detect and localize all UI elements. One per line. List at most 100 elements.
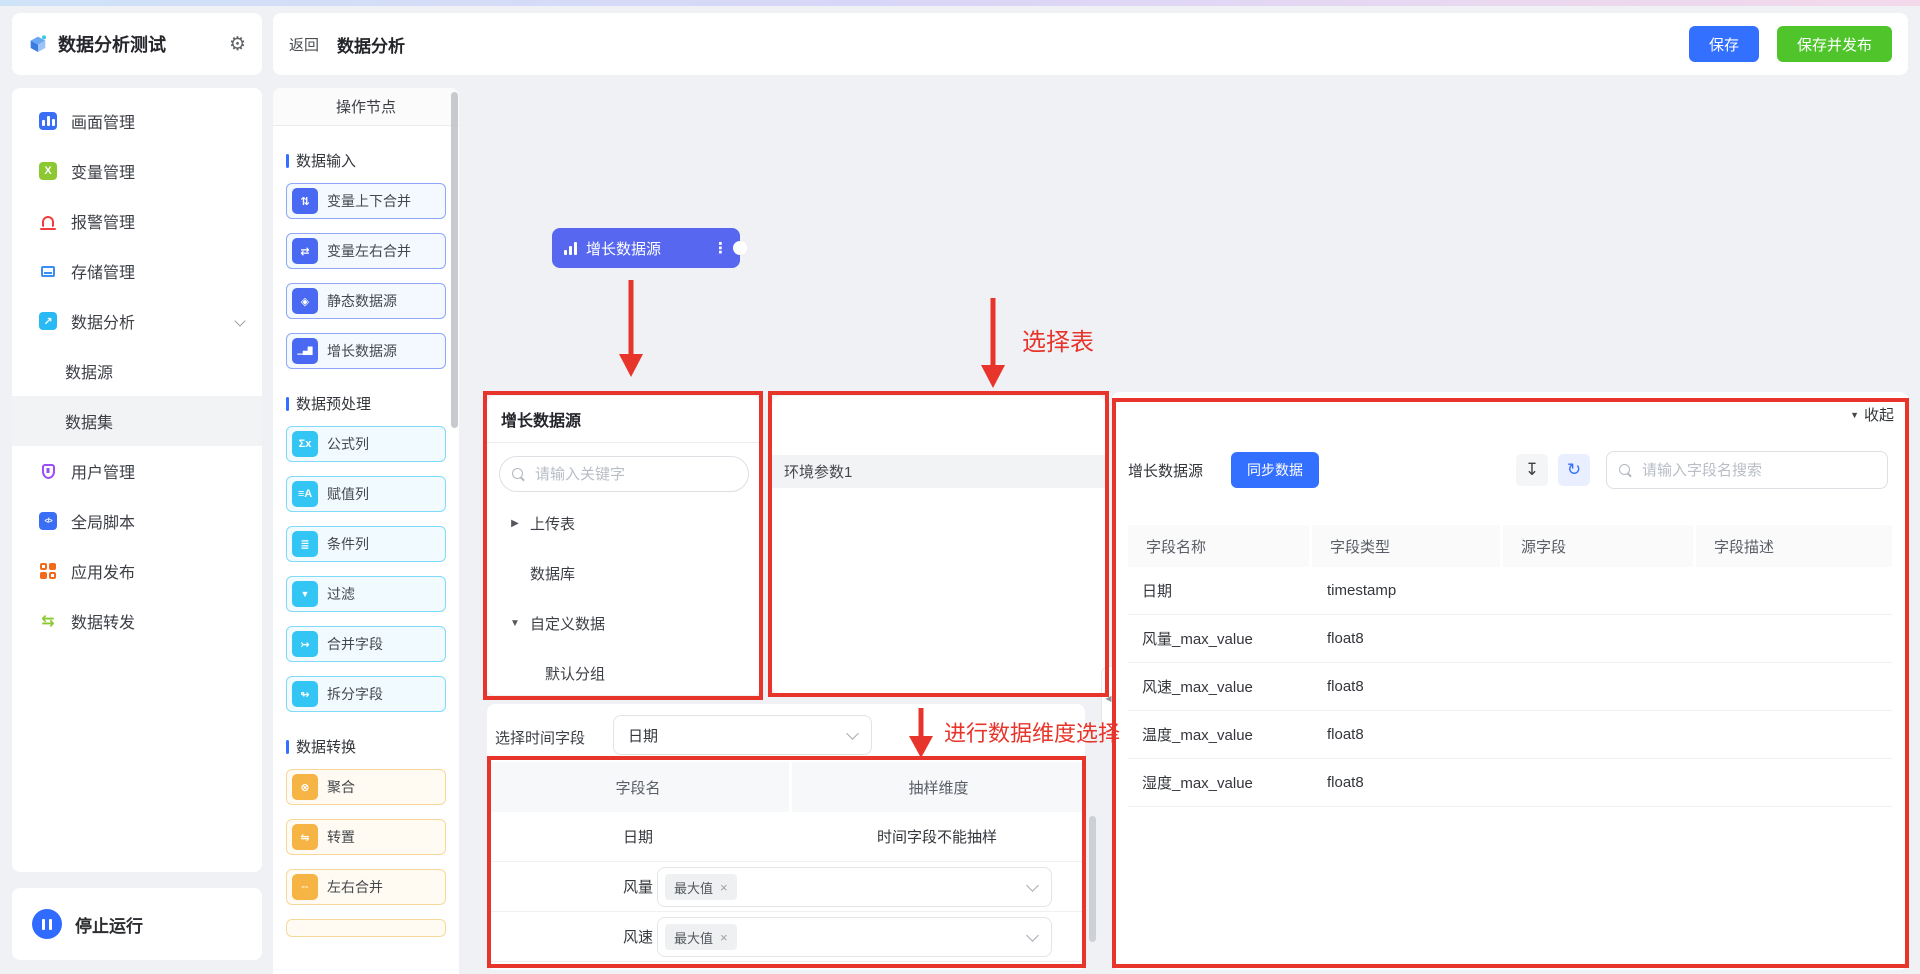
op-button-label: 增长数据源 xyxy=(327,341,397,361)
export-icon[interactable]: ↧ xyxy=(1516,454,1548,486)
ops-panel-body: 数据输入 ⇅ 变量上下合并 ⇄ 变量左右合并 ◈ 静态数据源 ▁▄█ 增长数据源… xyxy=(273,126,459,937)
growth-source-panel: 增长数据源 ▶ 上传表 数据库 ▼ 自定义数据 默认分组 xyxy=(487,396,761,695)
sidebar-item-variable-mgmt[interactable]: X 变量管理 xyxy=(12,146,262,196)
sidebar-item-label: 用户管理 xyxy=(71,459,135,483)
op-button-aggregate[interactable]: ⊗ 聚合 xyxy=(286,769,446,805)
funnel-icon: ▼ xyxy=(292,581,318,607)
sidebar-item-screen-mgmt[interactable]: 画面管理 xyxy=(12,96,262,146)
panel-collapse-handle[interactable]: ◀ xyxy=(1101,666,1115,730)
node-menu-icon[interactable]: ⋮ xyxy=(713,239,728,257)
op-button-merge-fields[interactable]: ↣ 合并字段 xyxy=(286,626,446,662)
op-button-label: 合并字段 xyxy=(327,634,383,654)
triangle-down-icon: ▼ xyxy=(1850,410,1859,420)
time-field-value: 日期 xyxy=(628,725,658,746)
keyword-search-box xyxy=(499,456,749,492)
save-button[interactable]: 保存 xyxy=(1689,26,1759,62)
table-row: 日期 timestamp xyxy=(1128,567,1892,615)
sidebar-item-label: 数据源 xyxy=(65,359,113,383)
tree-item-label: 上传表 xyxy=(530,513,575,534)
op-button-formula-col[interactable]: Σx 公式列 xyxy=(286,426,446,462)
time-field-select[interactable]: 日期 xyxy=(613,715,872,755)
split-fields-icon: ↬ xyxy=(292,681,318,707)
tree-expanded-icon[interactable]: ▼ xyxy=(509,618,521,629)
tree-item-database[interactable]: 数据库 xyxy=(487,548,761,598)
arrow-head-1 xyxy=(619,354,643,377)
bar-chart-icon xyxy=(38,112,58,130)
field-search-input[interactable] xyxy=(1640,461,1875,480)
sidebar-item-dataset[interactable]: 数据集 xyxy=(12,396,262,446)
sync-data-button[interactable]: 同步数据 xyxy=(1231,452,1319,488)
op-button-join-lr[interactable]: ⇔ 左右合并 xyxy=(286,869,446,905)
keyword-search-input[interactable] xyxy=(533,465,736,484)
op-button-assign-col[interactable]: ≡A 赋值列 xyxy=(286,476,446,512)
sidebar-item-data-analysis[interactable]: ↗ 数据分析 xyxy=(12,296,262,346)
op-button-merge-vertical[interactable]: ⇅ 变量上下合并 xyxy=(286,183,446,219)
dimension-tag: 最大值 × xyxy=(665,874,737,900)
canvas-node-growth-source[interactable]: 增长数据源 ⋮ xyxy=(552,228,740,268)
dimension-select[interactable]: 最大值 × xyxy=(657,917,1052,957)
tree-collapsed-icon[interactable]: ▶ xyxy=(509,518,521,529)
fields-source-label: 增长数据源 xyxy=(1128,460,1203,481)
chevron-down-icon xyxy=(1026,929,1039,942)
ops-panel-scrollbar[interactable] xyxy=(451,92,458,428)
op-button-filter[interactable]: ▼ 过滤 xyxy=(286,576,446,612)
sidebar-item-label: 数据集 xyxy=(65,409,113,433)
merge-fields-icon: ↣ xyxy=(292,631,318,657)
chevron-down-icon xyxy=(234,315,245,326)
sidebar-item-app-publish[interactable]: 应用发布 xyxy=(12,546,262,596)
cell-name: 湿度_max_value xyxy=(1128,772,1309,793)
stop-run-button[interactable]: 停止运行 xyxy=(12,888,262,960)
table-list-item-label: 环境参数1 xyxy=(784,461,852,482)
col-source-field: 源字段 xyxy=(1503,525,1693,567)
op-button-condition-col[interactable]: ≣ 条件列 xyxy=(286,526,446,562)
refresh-icon[interactable]: ↻ xyxy=(1558,454,1590,486)
save-publish-button[interactable]: 保存并发布 xyxy=(1777,26,1892,62)
node-output-port[interactable] xyxy=(733,241,747,255)
tree-item-upload-tables[interactable]: ▶ 上传表 xyxy=(487,498,761,548)
sidebar-item-storage-mgmt[interactable]: 存储管理 xyxy=(12,246,262,296)
op-button-label: 拆分字段 xyxy=(327,684,383,704)
static-source-icon: ◈ xyxy=(292,288,318,314)
sidebar-item-data-source[interactable]: 数据源 xyxy=(12,346,262,396)
collapse-button[interactable]: ▼ 收起 xyxy=(1850,404,1894,425)
op-button-split-fields[interactable]: ↬ 拆分字段 xyxy=(286,676,446,712)
op-button-growth-source[interactable]: ▁▄█ 增长数据源 xyxy=(286,333,446,369)
sidebar-item-label: 数据分析 xyxy=(71,309,135,333)
op-button-partial[interactable] xyxy=(286,919,446,937)
sidebar-item-alarm-mgmt[interactable]: 报警管理 xyxy=(12,196,262,246)
sidebar: 画面管理 X 变量管理 报警管理 存储管理 ↗ 数据分析 数据源 数据集 用户管… xyxy=(12,88,262,872)
tag-label: 最大值 xyxy=(674,878,713,897)
search-icon xyxy=(512,468,525,481)
op-button-label: 聚合 xyxy=(327,777,355,797)
condition-icon: ≣ xyxy=(292,531,318,557)
variable-x-icon: X xyxy=(38,162,58,180)
sampling-table-header: 字段名 抽样维度 xyxy=(487,762,1085,812)
app-logo-cube-icon xyxy=(28,29,48,59)
tag-close-icon[interactable]: × xyxy=(720,930,728,945)
node-label: 增长数据源 xyxy=(586,238,704,259)
tag-close-icon[interactable]: × xyxy=(720,880,728,895)
tree-item-custom-data[interactable]: ▼ 自定义数据 xyxy=(487,598,761,648)
sampling-scrollbar[interactable] xyxy=(1089,816,1096,942)
app-window: 数据分析测试 ⚙ 返回 数据分析 保存 保存并发布 画面管理 X 变量管理 报警… xyxy=(0,0,1920,974)
tree-item-default-group[interactable]: 默认分组 xyxy=(487,648,761,698)
op-button-transpose[interactable]: ⇋ 转置 xyxy=(286,819,446,855)
sidebar-item-data-forward[interactable]: ⇆ 数据转发 xyxy=(12,596,262,646)
table-list-panel: 环境参数1 xyxy=(772,396,1105,693)
sidebar-item-label: 应用发布 xyxy=(71,559,135,583)
gear-icon[interactable]: ⚙ xyxy=(229,33,246,56)
storage-drive-icon xyxy=(38,266,58,277)
cell-type: float8 xyxy=(1309,726,1497,743)
top-header: 返回 数据分析 保存 保存并发布 xyxy=(273,13,1908,75)
table-list-item-selected[interactable]: 环境参数1 xyxy=(772,455,1105,488)
tag-label: 最大值 xyxy=(674,928,713,947)
sidebar-item-label: 画面管理 xyxy=(71,109,135,133)
chevron-down-icon xyxy=(846,727,859,740)
sidebar-item-user-mgmt[interactable]: 用户管理 xyxy=(12,446,262,496)
sidebar-item-global-script[interactable]: </> 全局脚本 xyxy=(12,496,262,546)
op-button-merge-horizontal[interactable]: ⇄ 变量左右合并 xyxy=(286,233,446,269)
back-button[interactable]: 返回 xyxy=(289,34,319,55)
dimension-select[interactable]: 最大值 × xyxy=(657,867,1052,907)
cell-name: 风量_max_value xyxy=(1128,628,1309,649)
op-button-static-source[interactable]: ◈ 静态数据源 xyxy=(286,283,446,319)
